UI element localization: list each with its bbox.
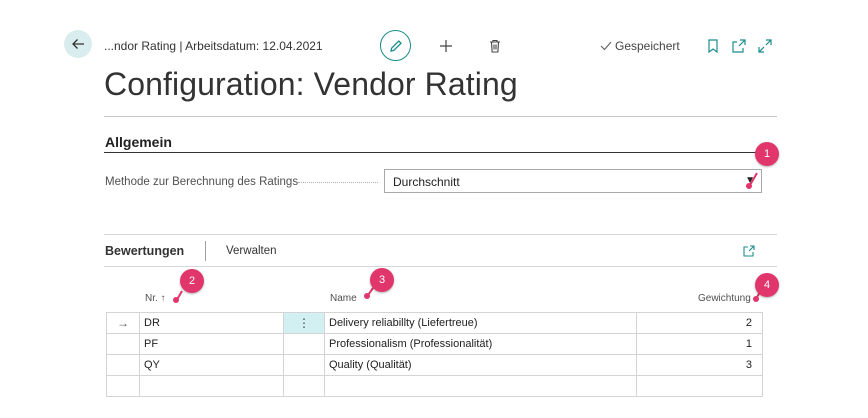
- callout-badge-2: 2: [180, 269, 204, 293]
- method-field-label: Methode zur Berechnung des Ratings: [105, 176, 299, 188]
- column-header-weight[interactable]: Gewichtung: [698, 293, 751, 304]
- row-actions-cell[interactable]: [283, 333, 325, 355]
- callout-1-dot: [746, 183, 752, 189]
- expand-icon: [758, 39, 772, 53]
- open-new-window-button[interactable]: [730, 37, 748, 55]
- row-actions-cell[interactable]: [283, 354, 325, 376]
- cell-name-empty[interactable]: [324, 375, 637, 397]
- field-leader-dots: [298, 182, 378, 183]
- column-header-nr[interactable]: Nr. ↑: [145, 293, 166, 304]
- section-divider: [104, 152, 762, 153]
- cell-nr[interactable]: PF: [139, 333, 284, 355]
- cell-weight[interactable]: 2: [636, 312, 763, 334]
- tab-ratings[interactable]: Bewertungen: [105, 244, 184, 258]
- subpage-bottom-divider: [104, 266, 777, 267]
- cell-weight[interactable]: 1: [636, 333, 763, 355]
- ratings-table: → DR ⋮ Delivery reliabillty (Liefertreue…: [106, 312, 763, 397]
- cell-name[interactable]: Quality (Qualität): [324, 354, 637, 376]
- share-icon: [743, 245, 755, 257]
- cell-name[interactable]: Delivery reliabillty (Liefertreue): [324, 312, 637, 334]
- cell-nr-empty[interactable]: [139, 375, 284, 397]
- table-row[interactable]: PF Professionalism (Professionalität) 1: [106, 333, 763, 355]
- title-divider: [104, 116, 777, 117]
- table-row-empty[interactable]: [106, 375, 763, 397]
- cell-nr[interactable]: QY: [139, 354, 284, 376]
- table-row[interactable]: → DR ⋮ Delivery reliabillty (Liefertreue…: [106, 312, 763, 334]
- row-actions-icon[interactable]: ⋮: [283, 312, 325, 334]
- callout-4-dot: [753, 296, 759, 302]
- edit-button[interactable]: [380, 30, 411, 61]
- row-actions-cell[interactable]: [283, 375, 325, 397]
- back-arrow-icon: [72, 39, 84, 49]
- subpage-top-divider: [104, 234, 777, 235]
- checkmark-icon: [600, 41, 612, 51]
- column-header-name[interactable]: Name: [330, 293, 357, 304]
- section-general-heading[interactable]: Allgemein: [105, 134, 172, 150]
- new-button[interactable]: [437, 37, 455, 55]
- delete-button[interactable]: [486, 37, 504, 55]
- callout-2-dot: [173, 297, 179, 303]
- plus-icon: [440, 40, 452, 52]
- method-select[interactable]: Durchschnitt ▼: [384, 169, 762, 193]
- cell-weight[interactable]: 3: [636, 354, 763, 376]
- cell-nr[interactable]: DR: [139, 312, 284, 334]
- saved-status: Gespeichert: [600, 39, 680, 53]
- tab-separator: [205, 241, 206, 261]
- trash-icon: [490, 39, 500, 53]
- callout-badge-3: 3: [370, 268, 394, 292]
- row-marker-cell: [106, 333, 140, 355]
- bookmark-button[interactable]: [705, 37, 721, 55]
- cell-name[interactable]: Professionalism (Professionalität): [324, 333, 637, 355]
- open-new-window-icon: [732, 39, 746, 53]
- page-title: Configuration: Vendor Rating: [104, 66, 518, 102]
- back-button[interactable]: [64, 30, 92, 58]
- pencil-icon: [389, 39, 402, 52]
- saved-status-label: Gespeichert: [615, 39, 680, 53]
- callout-badge-4: 4: [755, 273, 779, 297]
- table-row[interactable]: QY Quality (Qualität) 3: [106, 354, 763, 376]
- row-marker-cell: [106, 354, 140, 376]
- breadcrumb: ...ndor Rating | Arbeitsdatum: 12.04.202…: [104, 39, 323, 53]
- row-marker-cell: [106, 375, 140, 397]
- method-select-value: Durchschnitt: [393, 175, 460, 189]
- cell-weight-empty[interactable]: [636, 375, 763, 397]
- tab-manage[interactable]: Verwalten: [226, 245, 277, 257]
- row-arrow-icon: →: [106, 312, 140, 334]
- callout-badge-1: 1: [755, 142, 779, 166]
- bookmark-icon: [708, 39, 718, 53]
- callout-3-dot: [364, 293, 370, 299]
- share-button[interactable]: [741, 243, 757, 259]
- expand-button[interactable]: [756, 37, 774, 55]
